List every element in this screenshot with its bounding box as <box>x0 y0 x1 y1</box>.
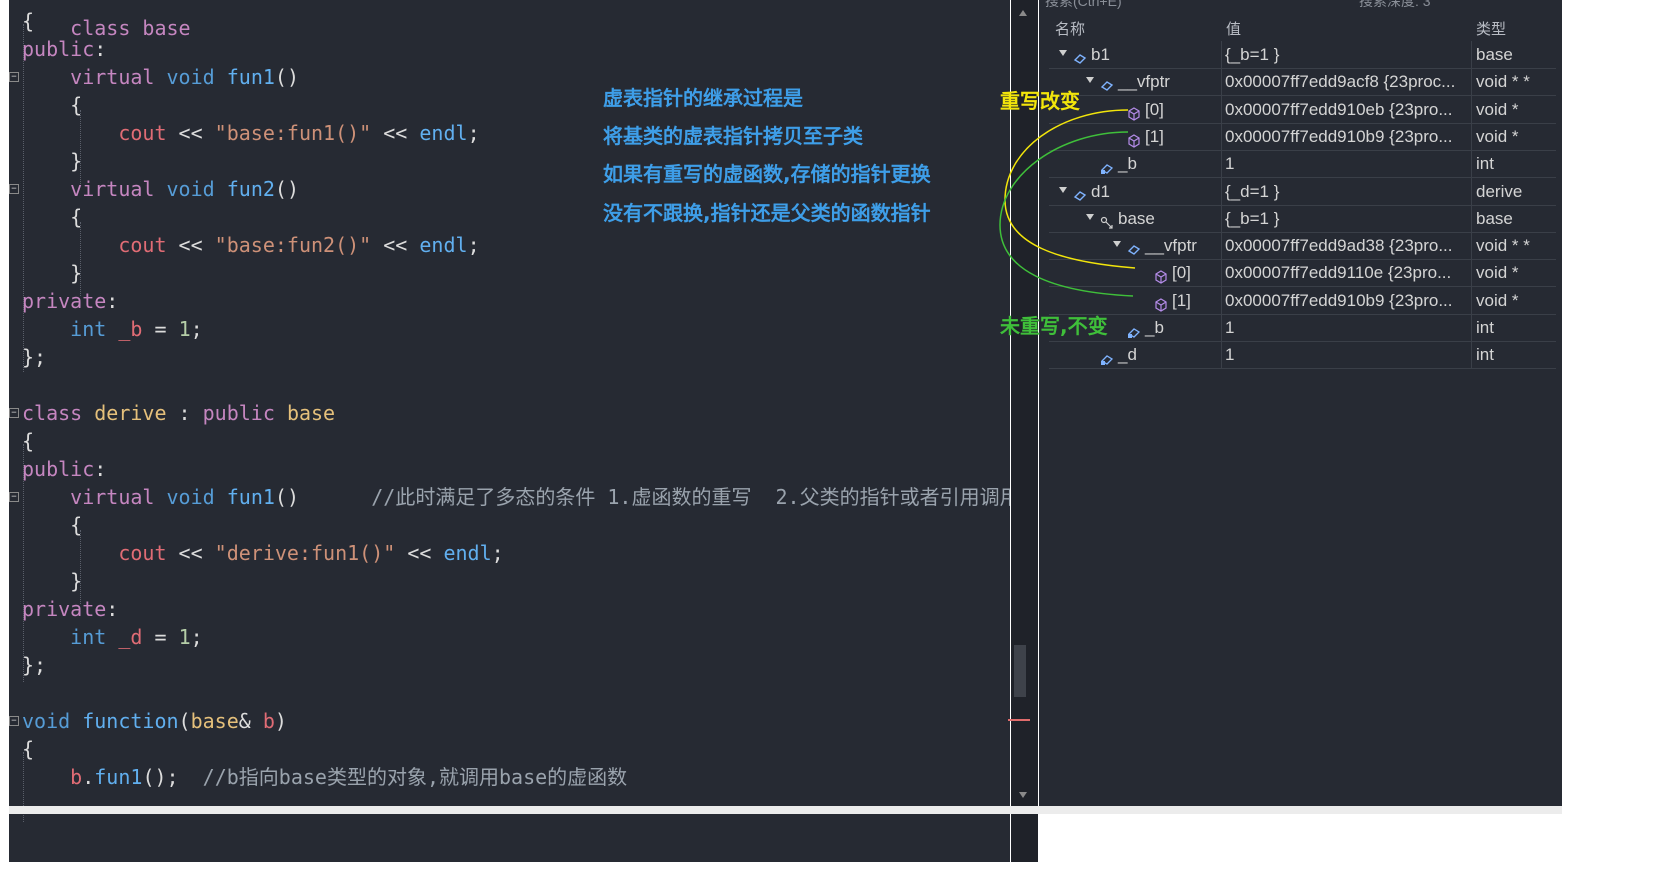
unchanged-label: 未重写,不变 <box>1000 314 1108 338</box>
overwrite-label: 重写改变 <box>1000 89 1080 113</box>
overwrite-arrow-stroke <box>1004 109 1136 269</box>
annotation-overlay <box>999 109 1136 297</box>
status-strip <box>9 806 1562 814</box>
